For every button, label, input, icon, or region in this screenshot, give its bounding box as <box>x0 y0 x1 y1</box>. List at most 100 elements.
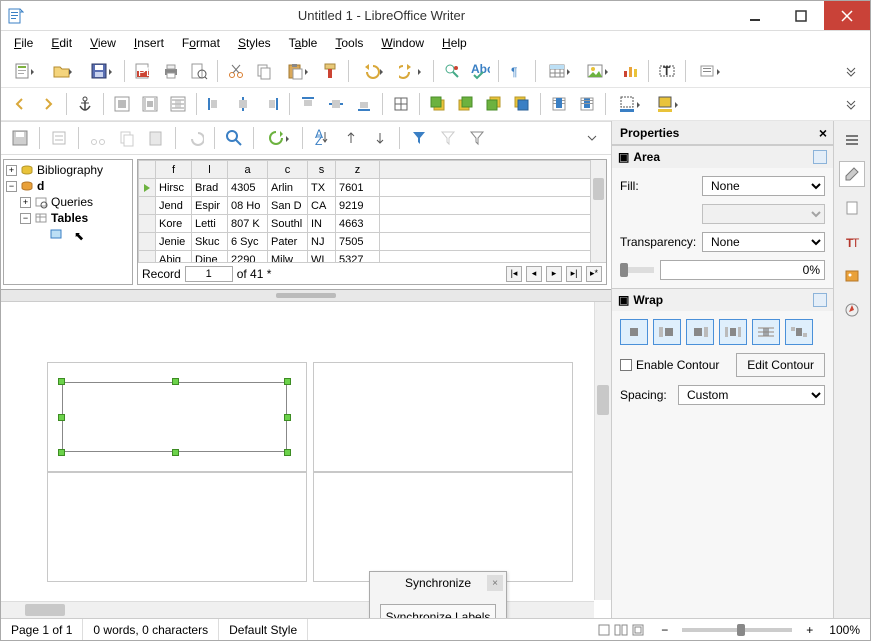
copy-button[interactable] <box>251 58 277 84</box>
new-button[interactable] <box>7 58 43 84</box>
db-autofilter-button[interactable] <box>406 125 432 151</box>
db-refresh-button[interactable] <box>260 125 296 151</box>
sidetab-menu-icon[interactable] <box>839 127 865 153</box>
minimize-button[interactable] <box>732 1 778 30</box>
export-pdf-button[interactable]: PDF <box>130 58 156 84</box>
table-row[interactable]: JendEspir08 HoSan DCA9219 <box>139 197 606 215</box>
open-button[interactable] <box>45 58 81 84</box>
nav-prev[interactable]: ◂ <box>526 266 542 282</box>
status-words[interactable]: 0 words, 0 characters <box>83 619 219 640</box>
grid-vscroll[interactable] <box>590 160 606 262</box>
table-row[interactable]: AbigDine2290MilwWI5327 <box>139 251 606 263</box>
background-button[interactable] <box>574 91 600 117</box>
label-cell[interactable] <box>313 362 573 472</box>
db-cut-button[interactable] <box>85 125 111 151</box>
menu-help[interactable]: Help <box>434 34 475 52</box>
save-button[interactable] <box>83 58 119 84</box>
db-paste-button[interactable] <box>143 125 169 151</box>
backward-button[interactable] <box>481 91 507 117</box>
redo-button[interactable] <box>392 58 428 84</box>
menu-table[interactable]: Table <box>281 34 326 52</box>
transparency-pct[interactable] <box>660 260 825 280</box>
tree-node-tables[interactable]: −Tables <box>6 210 130 226</box>
db-find-button[interactable] <box>221 125 247 151</box>
insert-table-button[interactable] <box>541 58 577 84</box>
table-row[interactable]: JenieSkuc6 SycPaterNJ7505 <box>139 233 606 251</box>
menu-file[interactable]: File <box>6 34 41 52</box>
status-style[interactable]: Default Style <box>219 619 308 640</box>
nav-prev-button[interactable] <box>7 91 33 117</box>
fill-color-button[interactable] <box>649 91 685 117</box>
nav-next-button[interactable] <box>35 91 61 117</box>
datasource-grid[interactable]: f l a c s z HirscBrad4305ArlinTX7601 Jen… <box>137 159 607 285</box>
wrap-opt-before[interactable] <box>653 319 681 345</box>
transparency-slider[interactable] <box>620 267 654 273</box>
sidetab-styles-icon[interactable]: TT <box>839 229 865 255</box>
db-sort-desc-button[interactable] <box>367 125 393 151</box>
zoom-slider[interactable] <box>682 628 792 632</box>
find-replace-button[interactable] <box>439 58 465 84</box>
transparency-select[interactable]: None <box>702 232 825 252</box>
align-top-button[interactable] <box>295 91 321 117</box>
label-cell[interactable] <box>47 472 307 582</box>
db-edit-button[interactable] <box>46 125 72 151</box>
nav-new[interactable]: ▸* <box>586 266 602 282</box>
synchronize-dialog[interactable]: Synchronize× Synchronize Labels <box>369 571 507 618</box>
borders-button[interactable] <box>388 91 414 117</box>
menu-format[interactable]: Format <box>174 34 228 52</box>
wrap-page-button[interactable] <box>137 91 163 117</box>
db-undo-button[interactable] <box>182 125 208 151</box>
close-button[interactable] <box>824 1 870 30</box>
nav-first[interactable]: |◂ <box>506 266 522 282</box>
panel-wrap-more[interactable] <box>813 293 827 307</box>
menu-window[interactable]: Window <box>373 34 432 52</box>
nav-last[interactable]: ▸| <box>566 266 582 282</box>
col-a[interactable]: a <box>228 161 268 179</box>
wrap-none-button[interactable] <box>109 91 135 117</box>
edit-contour-button[interactable]: Edit Contour <box>736 353 825 377</box>
maximize-button[interactable] <box>778 1 824 30</box>
paste-button[interactable] <box>279 58 315 84</box>
spellcheck-button[interactable]: Abc <box>467 58 493 84</box>
toolbar-overflow-button-2[interactable] <box>838 91 864 117</box>
col-c[interactable]: c <box>268 161 308 179</box>
sync-close-icon[interactable]: × <box>487 575 503 591</box>
wrap-opt-none[interactable] <box>620 319 648 345</box>
col-l[interactable]: l <box>192 161 228 179</box>
col-f[interactable]: f <box>156 161 192 179</box>
cut-button[interactable] <box>223 58 249 84</box>
fill-select[interactable]: None <box>702 176 825 196</box>
align-left-button[interactable] <box>202 91 228 117</box>
insert-image-button[interactable] <box>579 58 615 84</box>
forward-button[interactable] <box>453 91 479 117</box>
tree-node-bibliography[interactable]: +Bibliography <box>6 162 130 178</box>
align-right-button[interactable] <box>258 91 284 117</box>
wrap-opt-parallel[interactable] <box>719 319 747 345</box>
tree-leaf-table[interactable]: ⬉ <box>6 226 130 242</box>
bring-front-button[interactable] <box>425 91 451 117</box>
foreground-button[interactable] <box>546 91 572 117</box>
datasource-tree[interactable]: +Bibliography −d +Queries −Tables ⬉ <box>3 159 133 285</box>
menu-view[interactable]: View <box>82 34 124 52</box>
menu-styles[interactable]: Styles <box>230 34 279 52</box>
insert-textbox-button[interactable]: T <box>654 58 680 84</box>
table-row[interactable]: HirscBrad4305ArlinTX7601 <box>139 179 606 197</box>
print-preview-button[interactable] <box>186 58 212 84</box>
spacing-select[interactable]: Custom <box>678 385 825 405</box>
tree-node-d[interactable]: −d <box>6 178 130 194</box>
db-toolbar-overflow[interactable] <box>579 125 605 151</box>
doc-vscroll[interactable] <box>594 302 611 600</box>
fill-color-select[interactable] <box>702 204 825 224</box>
status-view-icons[interactable] <box>587 619 656 640</box>
status-zoom[interactable]: 100% <box>819 619 870 640</box>
enable-contour-checkbox[interactable]: Enable Contour <box>620 358 719 372</box>
sidetab-gallery-icon[interactable] <box>839 263 865 289</box>
splitter[interactable] <box>1 290 611 302</box>
sidebar-close-icon[interactable]: × <box>819 125 827 141</box>
sidetab-page-icon[interactable] <box>839 195 865 221</box>
align-center-v-button[interactable] <box>323 91 349 117</box>
synchronize-labels-button[interactable]: Synchronize Labels <box>380 604 496 618</box>
col-s[interactable]: s <box>308 161 336 179</box>
nav-next[interactable]: ▸ <box>546 266 562 282</box>
border-color-button[interactable] <box>611 91 647 117</box>
